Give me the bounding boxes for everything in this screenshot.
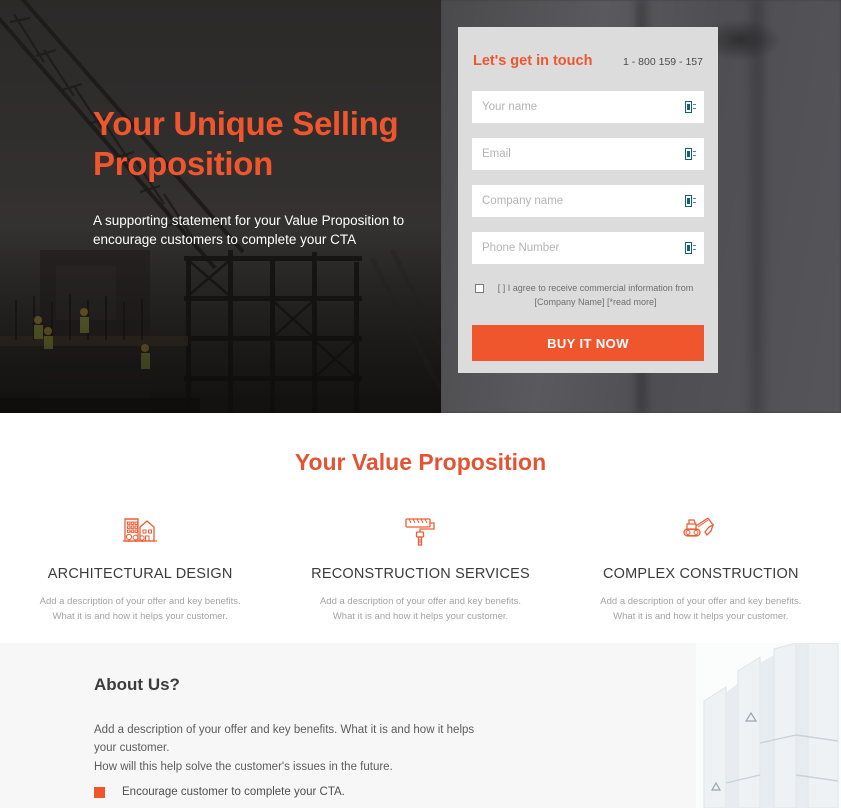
- feature-desc-line-2: What it is and how it helps your custome…: [613, 610, 789, 622]
- value-proposition-section: Your Value Proposition ARCHITECTURAL DES…: [0, 413, 841, 643]
- email-input[interactable]: [482, 138, 694, 170]
- company-input[interactable]: [482, 185, 694, 217]
- about-bullet-text: Encourage customer to complete your CTA.: [122, 786, 345, 799]
- feature-description: Add a description of your offer and key …: [18, 595, 262, 624]
- hero-subtitle: A supporting statement for your Value Pr…: [93, 212, 405, 248]
- hero-copy: Your Unique Selling Proposition A suppor…: [93, 104, 423, 250]
- landing-page: Your Unique Selling Proposition A suppor…: [0, 0, 841, 808]
- consent-text: [ ] I agree to receive commercial inform…: [489, 282, 702, 309]
- feature-desc-line-1: Add a description of your offer and key …: [39, 596, 241, 607]
- buildings-icon: [18, 510, 262, 550]
- contact-form-card: Let's get in touch 1 - 800 159 - 157 You…: [458, 27, 718, 373]
- feature-reconstruction-services: RECONSTRUCTION SERVICES Add a descriptio…: [280, 510, 560, 624]
- broken-image-icon: [685, 195, 696, 207]
- feature-title: ARCHITECTURAL DESIGN: [47, 566, 233, 582]
- value-section-title: Your Value Proposition: [294, 449, 547, 475]
- form-title: Let's get in touch: [473, 53, 593, 69]
- form-header: Let's get in touch 1 - 800 159 - 157: [472, 53, 704, 69]
- buy-it-now-button[interactable]: BUY IT NOW: [472, 325, 704, 361]
- about-us-section: About Us? Add a description of your offe…: [0, 643, 841, 808]
- consent-checkbox[interactable]: [475, 284, 484, 293]
- about-paragraph: Add a description of your offer and key …: [94, 724, 475, 755]
- feature-complex-construction: COMPLEX CONSTRUCTION Add a description o…: [561, 510, 841, 624]
- field-email[interactable]: [472, 138, 704, 170]
- feature-desc-line-1: Add a description of your offer and key …: [600, 596, 802, 607]
- hero-section: Your Unique Selling Proposition A suppor…: [0, 0, 841, 413]
- glass-architecture-illustration: [696, 643, 841, 808]
- paint-roller-icon: [298, 510, 542, 550]
- consent-line-1: [ ] I agree to receive commercial inform…: [497, 283, 694, 293]
- feature-desc-line-2: What it is and how it helps your custome…: [332, 610, 509, 622]
- field-company[interactable]: [472, 185, 704, 217]
- features-row: ARCHITECTURAL DESIGN Add a description o…: [0, 510, 841, 624]
- feature-architectural-design: ARCHITECTURAL DESIGN Add a description o…: [0, 510, 280, 624]
- feature-description: Add a description of your offer and key …: [298, 595, 542, 624]
- about-title: About Us?: [94, 675, 180, 694]
- hero-title: Your Unique Selling Proposition: [93, 105, 399, 183]
- feature-title: RECONSTRUCTION SERVICES: [311, 566, 530, 582]
- about-copy: About Us? Add a description of your offe…: [94, 675, 484, 798]
- broken-image-icon: [685, 148, 696, 160]
- field-name[interactable]: [472, 91, 704, 123]
- about-second-line: How will this help solve the customer's …: [94, 760, 393, 773]
- feature-description: Add a description of your offer and key …: [579, 595, 823, 624]
- about-bullet-item: Encourage customer to complete your CTA.: [94, 786, 484, 798]
- broken-image-icon: [685, 101, 696, 113]
- broken-image-icon: [685, 242, 696, 254]
- feature-desc-line-2: What it is and how it helps your custome…: [52, 610, 228, 622]
- about-side-photo: [696, 643, 841, 808]
- form-phone-number: 1 - 800 159 - 157: [623, 56, 703, 68]
- name-input[interactable]: [482, 91, 694, 123]
- excavator-icon: [579, 510, 823, 550]
- field-phone[interactable]: [472, 232, 704, 264]
- feature-desc-line-1: Add a description of your offer and key …: [319, 596, 521, 607]
- phone-input[interactable]: [482, 232, 694, 264]
- consent-line-2: [Company Name] [*read more]: [534, 296, 657, 307]
- consent-row: [ ] I agree to receive commercial inform…: [472, 279, 704, 309]
- feature-title: COMPLEX CONSTRUCTION: [602, 566, 799, 582]
- bullet-square-icon: [94, 786, 105, 798]
